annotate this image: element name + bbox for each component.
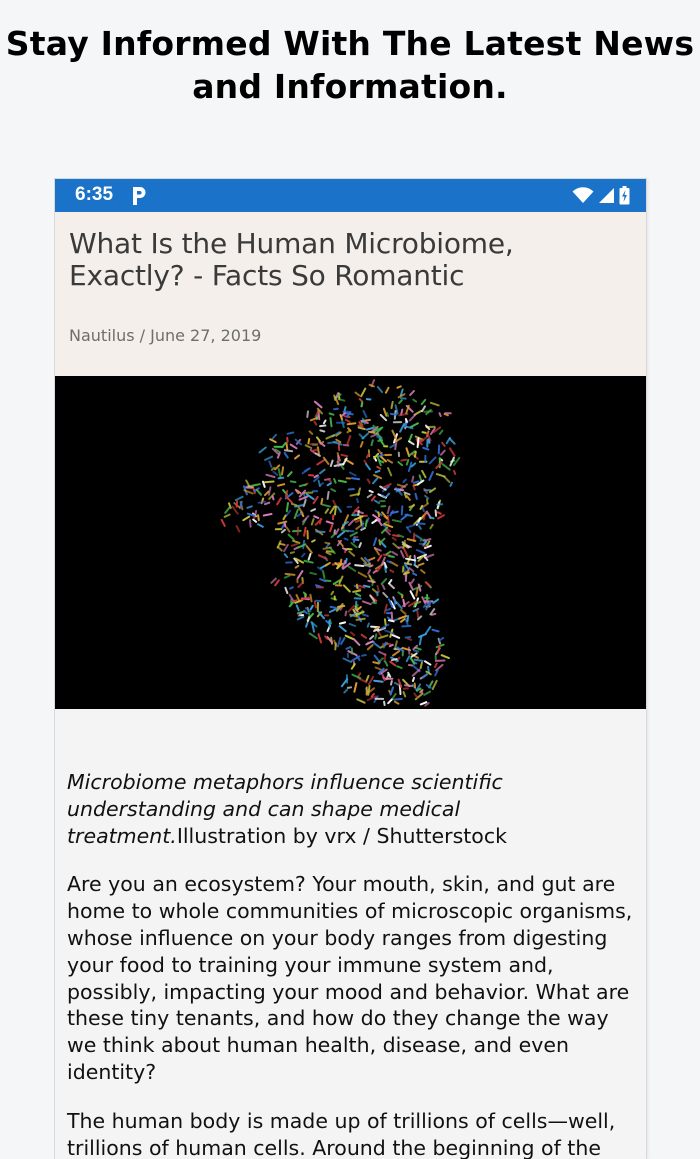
article-title: What Is the Human Microbiome, Exactly? -… (69, 227, 514, 292)
battery-icon (619, 185, 630, 204)
article-body: Microbiome metaphors influence scientifi… (55, 709, 646, 1159)
status-time: 6:35 (75, 184, 114, 205)
status-bar: 6:35 (55, 179, 646, 212)
article-source-date: Nautilus / June 27, 2019 (69, 326, 262, 345)
image-caption: Microbiome metaphors influence scientifi… (67, 769, 634, 849)
microbiome-head-illustration (220, 379, 461, 707)
promo-heading: Stay Informed With The Latest News and I… (5, 24, 695, 106)
phone-screen: 6:35 What Is the Human Microbiome, Exact… (55, 179, 646, 1159)
cell-signal-icon (599, 187, 614, 203)
wifi-icon (572, 186, 594, 203)
article-paragraph: The human body is made up of trillions o… (67, 1108, 616, 1159)
status-icons (572, 185, 630, 205)
article-hero-image (55, 376, 646, 709)
p-icon (133, 187, 146, 205)
article-header: What Is the Human Microbiome, Exactly? -… (55, 212, 646, 376)
illustration-strands (220, 379, 461, 707)
article-paragraph: Are you an ecosystem? Your mouth, skin, … (67, 872, 633, 1084)
caption-credit: Illustration by vrx / Shutterstock (176, 823, 507, 848)
